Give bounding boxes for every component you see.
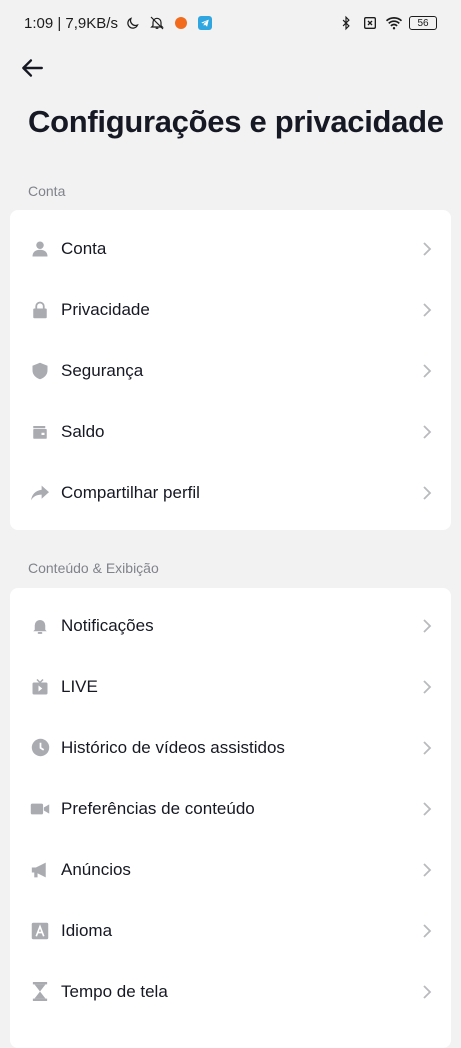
bell-muted-icon: [148, 14, 166, 32]
arrow-left-icon: [22, 59, 43, 77]
settings-item-anuncios[interactable]: Anúncios: [10, 839, 451, 900]
battery-indicator: 56: [409, 16, 437, 30]
chevron-right-icon: [421, 363, 433, 379]
settings-item-seguranca[interactable]: Segurança: [10, 340, 451, 401]
lock-icon: [30, 300, 50, 320]
settings-item-conta[interactable]: Conta: [10, 218, 451, 279]
chevron-right-icon: [421, 302, 433, 318]
settings-item-label: Compartilhar perfil: [61, 482, 200, 502]
settings-item-tempo-de-tela[interactable]: Tempo de tela: [10, 961, 451, 1022]
bluetooth-icon: [337, 14, 355, 32]
chevron-right-icon: [421, 740, 433, 756]
app-notification-icon: [172, 14, 190, 32]
chevron-right-icon: [421, 984, 433, 1000]
settings-item-label: Saldo: [61, 421, 105, 441]
settings-item-label: LIVE: [61, 676, 98, 696]
live-tv-icon: [30, 677, 50, 697]
status-time-speed: 1:09 | 7,9KB/s: [24, 14, 118, 32]
section-header-conteudo-exibicao: Conteúdo & Exibição: [28, 560, 159, 576]
hourglass-icon: [30, 982, 50, 1002]
settings-item-label: Preferências de conteúdo: [61, 798, 255, 818]
megaphone-icon: [30, 860, 50, 880]
status-bar: 1:09 | 7,9KB/s 56: [0, 0, 461, 46]
telegram-icon: [196, 14, 214, 32]
settings-card-conta: Conta Privacidade Segurança Saldo Compar…: [10, 210, 451, 530]
settings-item-compartilhar-perfil[interactable]: Compartilhar perfil: [10, 462, 451, 523]
wifi-icon: [385, 14, 403, 32]
no-sim-icon: [361, 14, 379, 32]
settings-item-label: Histórico de vídeos assistidos: [61, 737, 285, 757]
settings-item-label: Privacidade: [61, 299, 150, 319]
share-icon: [30, 483, 50, 503]
settings-item-notificacoes[interactable]: Notificações: [10, 595, 451, 656]
settings-card-conteudo-exibicao: Notificações LIVE Histórico de vídeos as…: [10, 588, 451, 1048]
person-icon: [30, 239, 50, 259]
settings-item-label: Segurança: [61, 360, 144, 380]
chevron-right-icon: [421, 241, 433, 257]
chevron-right-icon: [421, 923, 433, 939]
settings-item-label: Notificações: [61, 615, 154, 635]
wallet-icon: [30, 422, 50, 442]
settings-item-privacidade[interactable]: Privacidade: [10, 279, 451, 340]
page-title: Configurações e privacidade: [28, 104, 444, 139]
chevron-right-icon: [421, 424, 433, 440]
settings-item-live[interactable]: LIVE: [10, 656, 451, 717]
back-button[interactable]: [16, 52, 48, 84]
shield-icon: [30, 361, 50, 381]
bell-icon: [30, 616, 50, 636]
settings-item-label: Conta: [61, 238, 107, 258]
chevron-right-icon: [421, 485, 433, 501]
settings-item-historico[interactable]: Histórico de vídeos assistidos: [10, 717, 451, 778]
settings-item-idioma[interactable]: Idioma: [10, 900, 451, 961]
chevron-right-icon: [421, 679, 433, 695]
language-icon: [30, 921, 50, 941]
clock-icon: [30, 738, 50, 758]
moon-icon: [124, 14, 142, 32]
settings-item-label: Idioma: [61, 920, 113, 940]
chevron-right-icon: [421, 801, 433, 817]
chevron-right-icon: [421, 862, 433, 878]
settings-item-label: Tempo de tela: [61, 981, 168, 1001]
settings-item-saldo[interactable]: Saldo: [10, 401, 451, 462]
settings-item-label: Anúncios: [61, 859, 131, 879]
settings-item-preferencias-conteudo[interactable]: Preferências de conteúdo: [10, 778, 451, 839]
section-header-conta: Conta: [28, 183, 66, 199]
video-camera-icon: [30, 799, 50, 819]
chevron-right-icon: [421, 618, 433, 634]
